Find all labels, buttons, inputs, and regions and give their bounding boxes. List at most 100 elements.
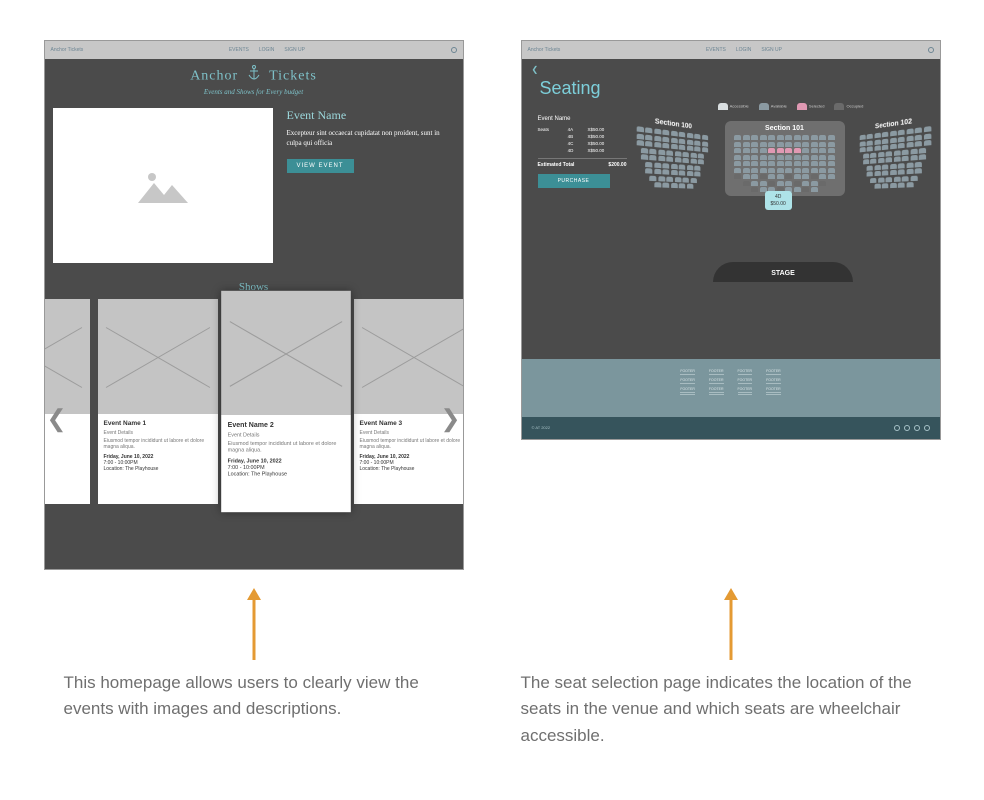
- seat[interactable]: [670, 137, 677, 143]
- seat[interactable]: [819, 168, 826, 173]
- footer-link[interactable]: FOOTER: [709, 387, 724, 393]
- seat[interactable]: [877, 151, 883, 157]
- seat[interactable]: [906, 135, 913, 141]
- seat[interactable]: [666, 156, 673, 162]
- social-icon[interactable]: [914, 425, 920, 431]
- seat[interactable]: [678, 145, 684, 151]
- seat[interactable]: [910, 148, 917, 154]
- seat[interactable]: [686, 184, 692, 189]
- seat[interactable]: [686, 164, 692, 169]
- seat[interactable]: [666, 176, 673, 181]
- seat[interactable]: [910, 175, 917, 181]
- seat[interactable]: [819, 135, 826, 140]
- seat[interactable]: [760, 181, 767, 186]
- seat[interactable]: [678, 138, 684, 144]
- seat[interactable]: [690, 158, 696, 163]
- seat[interactable]: [645, 168, 652, 174]
- seat[interactable]: [751, 168, 758, 173]
- seat[interactable]: [645, 141, 652, 147]
- seat[interactable]: [694, 146, 700, 151]
- seat[interactable]: [678, 183, 684, 188]
- seat[interactable]: [743, 155, 750, 160]
- seat[interactable]: [777, 174, 784, 179]
- seat[interactable]: [885, 151, 892, 157]
- seat[interactable]: [777, 168, 784, 173]
- user-icon[interactable]: [451, 47, 457, 53]
- seat[interactable]: [734, 161, 741, 166]
- seat[interactable]: [743, 168, 750, 173]
- seat[interactable]: [897, 129, 904, 135]
- seat[interactable]: [828, 135, 835, 140]
- seat[interactable]: [682, 151, 688, 157]
- seat[interactable]: [760, 161, 767, 166]
- seat[interactable]: [874, 184, 880, 189]
- seat[interactable]: [658, 156, 665, 162]
- seat[interactable]: [734, 135, 741, 140]
- seat[interactable]: [645, 134, 652, 140]
- seat[interactable]: [768, 148, 775, 153]
- seat[interactable]: [768, 135, 775, 140]
- seat[interactable]: [811, 155, 818, 160]
- seat[interactable]: [794, 161, 801, 166]
- seat[interactable]: [901, 156, 908, 162]
- seat[interactable]: [828, 168, 835, 173]
- seat[interactable]: [819, 142, 826, 147]
- seat[interactable]: [682, 177, 688, 182]
- seat[interactable]: [658, 149, 665, 155]
- show-card[interactable]: [44, 299, 90, 504]
- seat[interactable]: [794, 168, 801, 173]
- seat[interactable]: [697, 153, 703, 158]
- seat[interactable]: [751, 174, 758, 179]
- seat[interactable]: [802, 142, 809, 147]
- seat[interactable]: [777, 142, 784, 147]
- footer-link[interactable]: FOOTER: [680, 387, 695, 393]
- seat[interactable]: [768, 142, 775, 147]
- seat[interactable]: [670, 163, 677, 168]
- footer-link[interactable]: FOOTER: [738, 387, 753, 393]
- seat[interactable]: [694, 134, 700, 140]
- seat[interactable]: [811, 168, 818, 173]
- seat[interactable]: [686, 171, 692, 176]
- seat[interactable]: [690, 177, 696, 182]
- seat[interactable]: [636, 126, 643, 132]
- user-icon[interactable]: [928, 47, 934, 53]
- seat[interactable]: [828, 174, 835, 179]
- seat[interactable]: [649, 155, 656, 161]
- seat[interactable]: [802, 174, 809, 179]
- seat[interactable]: [670, 170, 677, 175]
- seat[interactable]: [881, 138, 887, 144]
- seat[interactable]: [811, 142, 818, 147]
- seat[interactable]: [906, 182, 913, 187]
- seat[interactable]: [866, 171, 872, 176]
- seat[interactable]: [653, 142, 660, 148]
- seat[interactable]: [674, 157, 681, 163]
- seat[interactable]: [794, 181, 801, 186]
- seat[interactable]: [874, 133, 880, 139]
- topbar-brand[interactable]: Anchor Tickets: [528, 47, 561, 53]
- seat[interactable]: [897, 136, 904, 142]
- seat[interactable]: [794, 155, 801, 160]
- seat[interactable]: [751, 135, 758, 140]
- seat[interactable]: [811, 181, 818, 186]
- seat[interactable]: [914, 134, 921, 140]
- seat[interactable]: [859, 141, 865, 146]
- seat[interactable]: [906, 128, 913, 134]
- nav-events[interactable]: EVENTS: [229, 47, 249, 53]
- seat[interactable]: [734, 168, 741, 173]
- seat[interactable]: [802, 187, 809, 192]
- seat[interactable]: [649, 148, 656, 154]
- seat[interactable]: [697, 159, 703, 164]
- social-icon[interactable]: [924, 425, 930, 431]
- seat[interactable]: [870, 152, 876, 157]
- seat[interactable]: [785, 142, 792, 147]
- seat[interactable]: [662, 143, 669, 149]
- seat[interactable]: [811, 174, 818, 179]
- seat[interactable]: [919, 147, 926, 153]
- seat[interactable]: [653, 169, 660, 175]
- seat[interactable]: [662, 182, 669, 187]
- nav-events[interactable]: EVENTS: [706, 47, 726, 53]
- back-icon[interactable]: ❮: [522, 61, 549, 78]
- seat[interactable]: [743, 135, 750, 140]
- seat[interactable]: [811, 187, 818, 192]
- topbar-brand[interactable]: Anchor Tickets: [51, 47, 84, 53]
